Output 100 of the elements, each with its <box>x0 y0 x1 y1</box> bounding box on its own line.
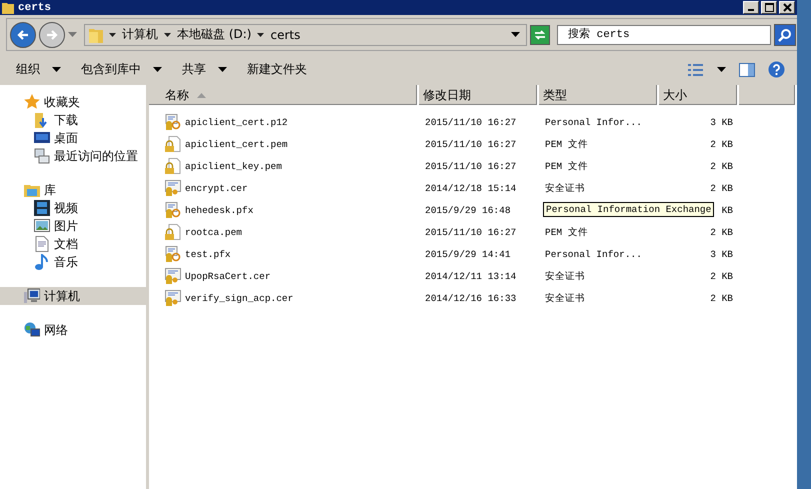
table-cell: 2 KB <box>710 160 733 172</box>
certificate-key-icon <box>165 202 181 218</box>
back-arrow-icon <box>16 28 30 42</box>
history-caret-icon[interactable] <box>68 32 77 38</box>
forward-arrow-icon <box>45 28 59 42</box>
sidebar-item[interactable]: 音乐 <box>0 253 146 271</box>
sidebar-item[interactable]: 下载 <box>0 111 146 129</box>
dropdown-caret-icon <box>511 32 520 37</box>
address-field[interactable]: 计算机 本地磁盘 (D:) certs <box>84 24 527 46</box>
search-button[interactable] <box>774 24 796 46</box>
table-cell: 2 KB <box>710 270 733 282</box>
sidebar-item[interactable]: 计算机 <box>0 287 146 305</box>
locked-file-icon <box>165 136 181 152</box>
network-icon <box>24 322 40 338</box>
table-cell-text: PEM 文件 <box>544 226 589 238</box>
refresh-icon <box>533 28 547 40</box>
folder-icon <box>2 1 14 14</box>
file-name[interactable]: apiclient_cert.pem <box>185 138 288 150</box>
file-name[interactable]: hehedesk.pfx <box>185 204 254 216</box>
file-name[interactable]: rootca.pem <box>185 226 242 238</box>
caret-icon[interactable] <box>717 67 726 72</box>
minimize-button[interactable] <box>743 1 759 14</box>
file-name[interactable]: UpopRsaCert.cer <box>185 270 271 282</box>
table-cell-text: 2014/12/11 13:14 <box>424 270 518 282</box>
maximize-button[interactable] <box>761 1 777 14</box>
column-header[interactable]: 修改日期 <box>419 85 539 105</box>
breadcrumb-item[interactable]: certs <box>270 28 300 42</box>
computer-icon <box>24 288 40 304</box>
table-cell-text: 2014/12/16 16:33 <box>424 292 518 304</box>
table-cell-text: 2015/9/29 14:41 <box>424 248 512 260</box>
table-cell-text: 安全证书 <box>544 292 586 304</box>
table-cell-text: 安全证书 <box>544 270 586 282</box>
forward-button[interactable] <box>39 22 65 48</box>
tooltip: Personal Information Exchange <box>543 202 714 217</box>
file-name[interactable]: apiclient_cert.p12 <box>185 116 288 128</box>
sidebar-item[interactable]: 桌面 <box>0 129 146 147</box>
table-cell: 2 KB <box>710 182 733 194</box>
certificate-key-icon <box>165 114 181 130</box>
chevron-icon <box>257 32 264 36</box>
table-cell: 2 KB <box>710 226 733 238</box>
table-cell: 3 KB <box>710 248 733 260</box>
file-name[interactable]: verify_sign_acp.cer <box>185 292 294 304</box>
refresh-button[interactable] <box>530 24 550 44</box>
help-icon[interactable] <box>768 61 785 78</box>
locked-file-icon <box>165 224 181 240</box>
close-button[interactable] <box>779 1 795 14</box>
film-icon <box>34 200 50 216</box>
certificate-icon <box>165 290 181 306</box>
table-cell-text: 2015/11/10 16:27 <box>424 160 518 172</box>
table-cell-text: PEM 文件 <box>544 138 589 150</box>
recent-places-icon <box>34 148 50 164</box>
file-name[interactable]: test.pfx <box>185 248 231 260</box>
table-cell-text: 2015/11/10 16:27 <box>424 226 518 238</box>
table-cell: 3 KB <box>710 116 733 128</box>
view-options-icon[interactable] <box>688 64 704 76</box>
breadcrumb-item[interactable]: 本地磁盘 (D:) <box>177 26 252 43</box>
toolbar-button[interactable]: 包含到库中 <box>75 59 168 80</box>
table-cell-text: Personal Infor... <box>544 248 643 260</box>
sidebar-item[interactable]: 网络 <box>0 321 146 339</box>
toolbar-button[interactable]: 共享 <box>176 59 233 80</box>
column-header[interactable]: 名称 <box>149 85 419 105</box>
sidebar-item[interactable]: 最近访问的位置 <box>0 147 146 165</box>
table-cell-text: 2015/11/10 16:27 <box>424 116 518 128</box>
toolbar-button[interactable]: 新建文件夹 <box>241 59 313 80</box>
sidebar-item[interactable]: 图片 <box>0 217 146 235</box>
sidebar-item[interactable]: 收藏夹 <box>0 93 146 111</box>
star-icon <box>24 94 40 110</box>
desktop-icon <box>34 130 50 146</box>
table-cell: KB <box>722 204 733 216</box>
preview-pane-icon[interactable] <box>739 62 755 76</box>
file-name[interactable]: encrypt.cer <box>185 182 248 194</box>
window-title: certs <box>18 2 52 14</box>
table-cell: 2 KB <box>710 138 733 150</box>
search-icon <box>778 28 792 42</box>
music-note-icon <box>34 254 50 270</box>
breadcrumb-item[interactable]: 计算机 <box>122 26 158 43</box>
certificate-key-icon <box>165 246 181 262</box>
picture-icon <box>34 218 50 234</box>
search-field[interactable]: 搜索 certs <box>557 24 771 44</box>
chevron-icon <box>109 32 116 36</box>
chevron-icon <box>164 32 171 36</box>
file-name[interactable]: apiclient_key.pem <box>185 160 282 172</box>
document-icon <box>34 236 50 252</box>
caret-icon <box>218 67 227 72</box>
table-cell-text: PEM 文件 <box>544 160 589 172</box>
locked-file-icon <box>165 158 181 174</box>
column-header[interactable]: 类型 <box>539 85 659 105</box>
table-cell-text: 2015/9/29 16:48 <box>424 204 512 216</box>
sidebar-item[interactable]: 库 <box>0 181 146 199</box>
caret-icon <box>153 67 162 72</box>
library-folder-icon <box>24 182 40 198</box>
table-cell-text: 2014/12/18 15:14 <box>424 182 518 194</box>
caret-icon <box>52 67 61 72</box>
sidebar-item[interactable]: 文档 <box>0 235 146 253</box>
table-cell-text: Personal Infor... <box>544 116 643 128</box>
sidebar-item[interactable]: 视频 <box>0 199 146 217</box>
column-header[interactable]: 大小 <box>659 85 739 105</box>
back-button[interactable] <box>10 22 36 48</box>
toolbar-button[interactable]: 组织 <box>10 59 67 80</box>
certificate-icon <box>165 268 181 284</box>
